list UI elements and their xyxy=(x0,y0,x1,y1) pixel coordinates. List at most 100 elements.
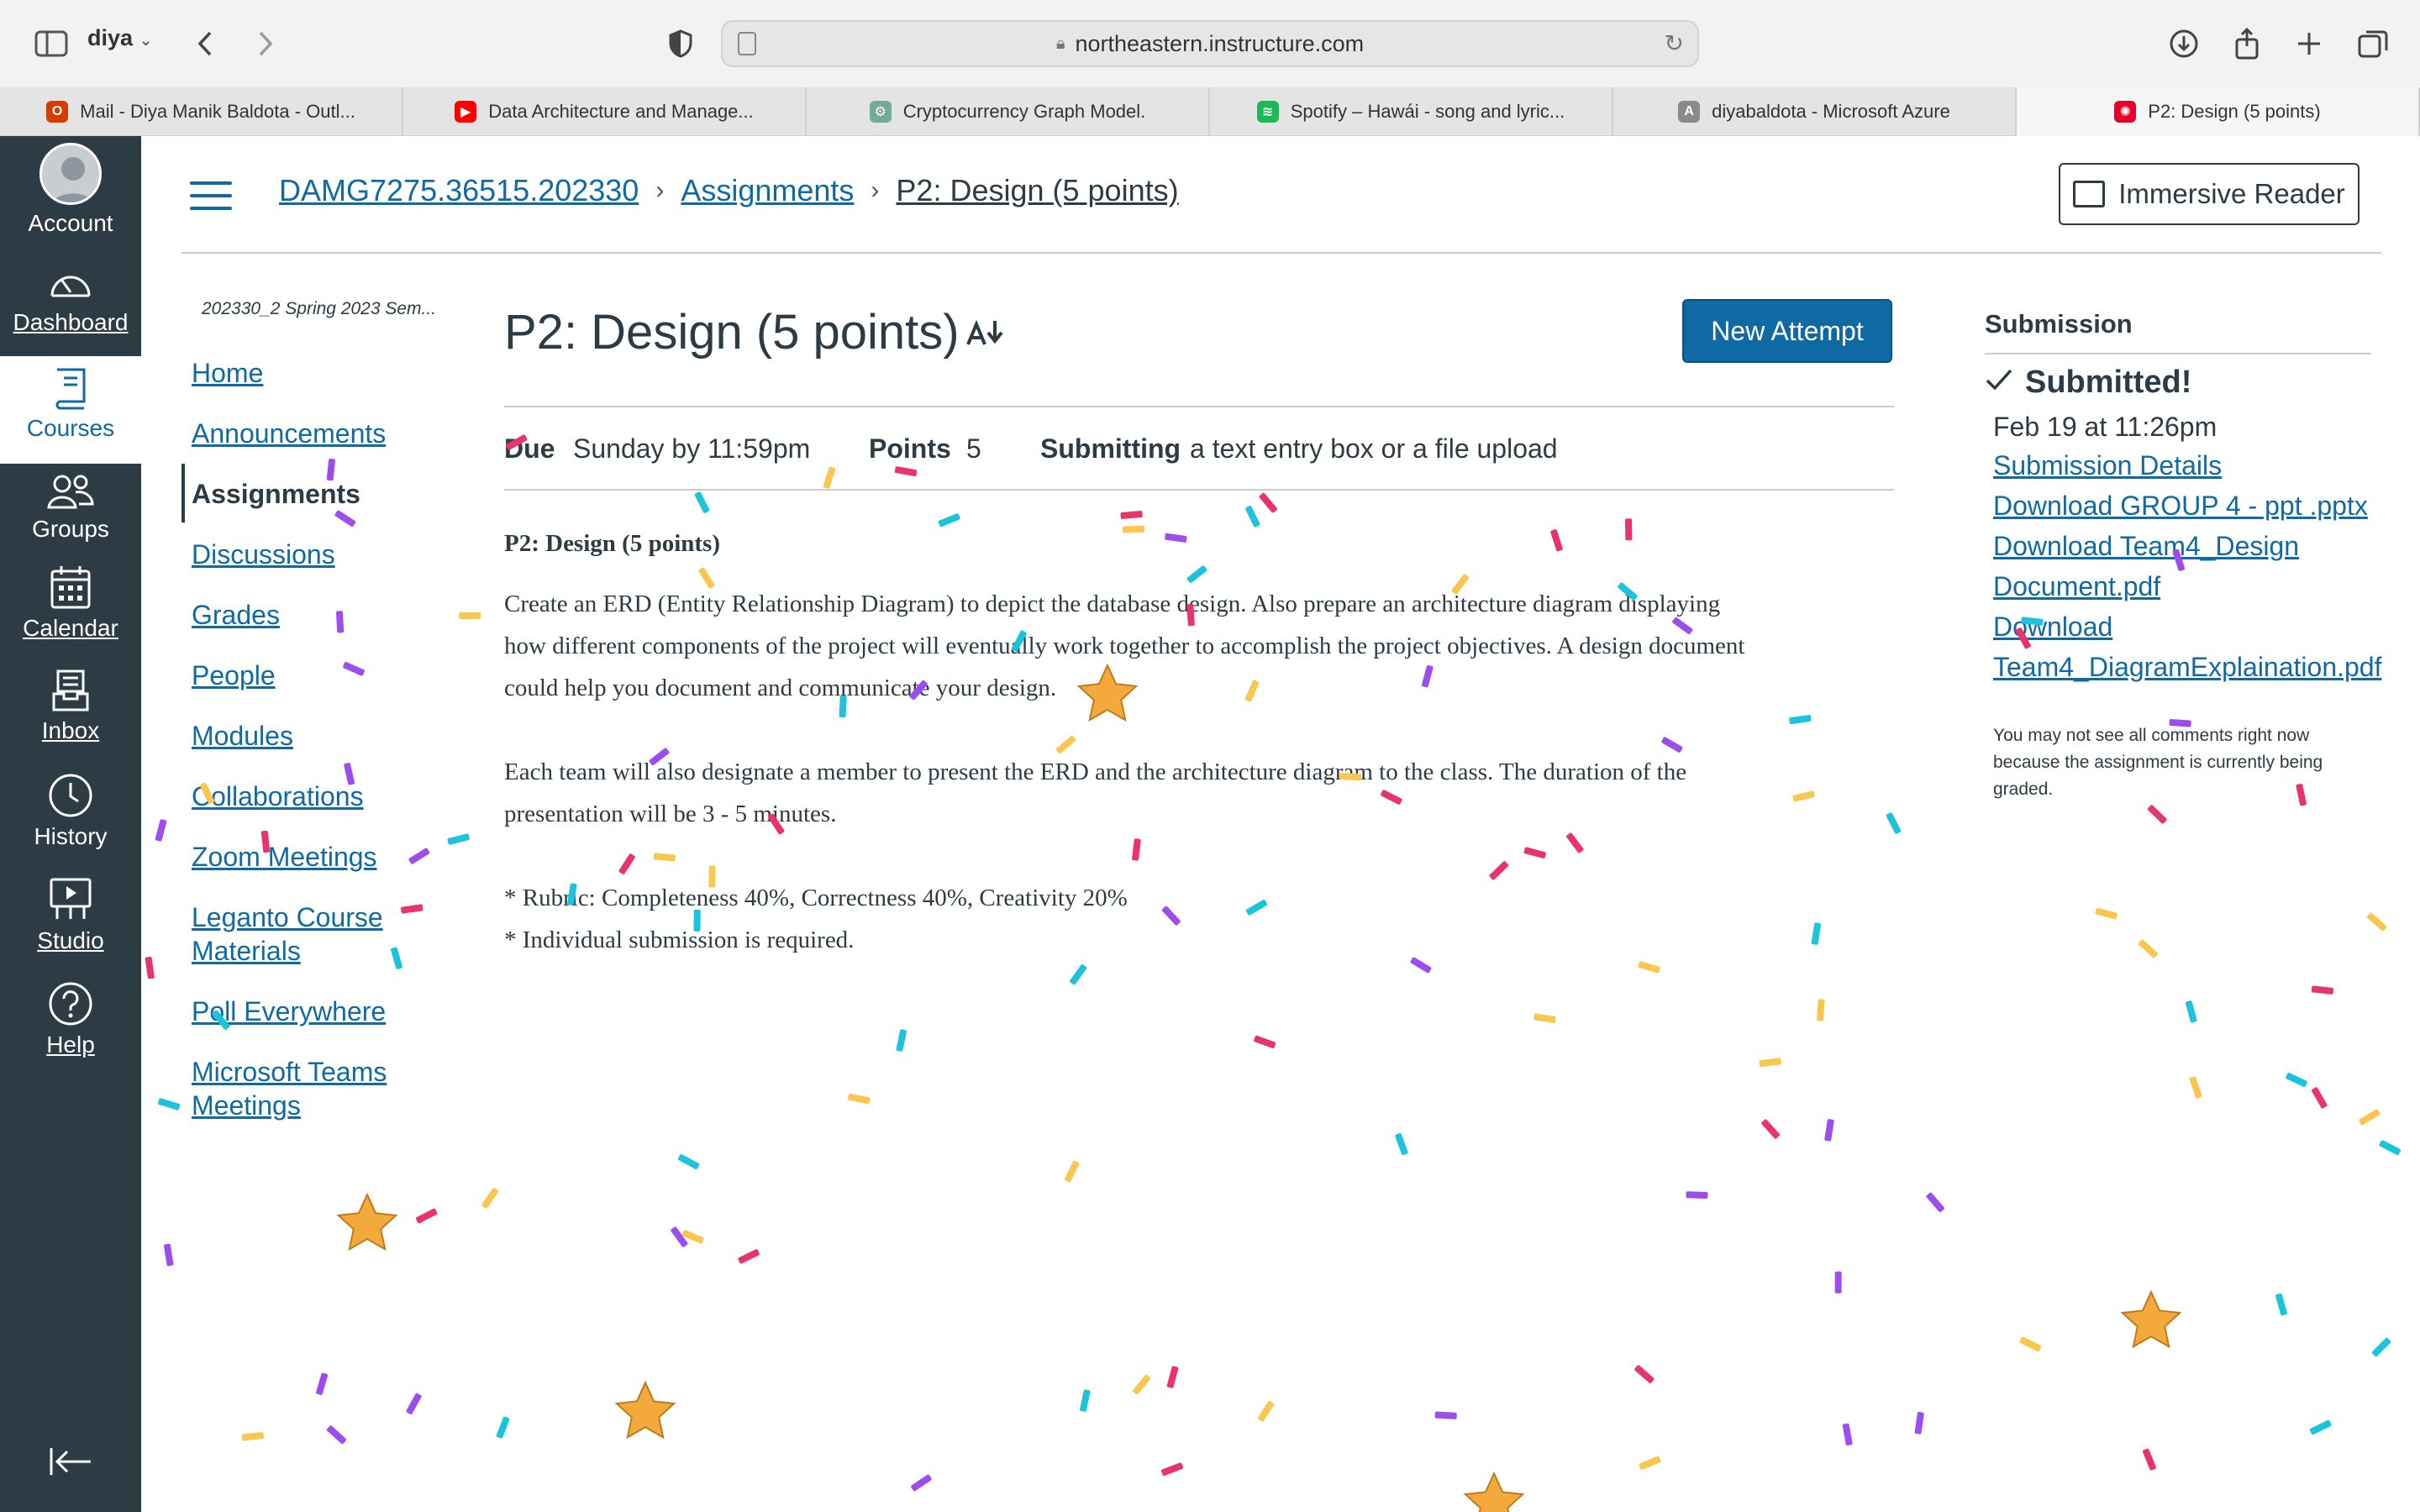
chevron-down-icon: ⌄ xyxy=(139,32,153,49)
nav-groups[interactable]: Groups xyxy=(0,472,141,571)
text-to-speech-icon[interactable] xyxy=(966,319,1005,355)
course-nav-grades[interactable]: Grades xyxy=(192,598,410,632)
confetti-piece xyxy=(496,1416,510,1439)
confetti-piece xyxy=(2312,1087,2328,1109)
tab-label: Cryptocurrency Graph Model. xyxy=(902,101,1146,122)
tab-label: diyabaldota - Microsoft Azure xyxy=(1712,101,1950,122)
avatar xyxy=(39,143,102,205)
course-nav-poll-everywhere[interactable]: Poll Everywhere xyxy=(192,995,410,1028)
download-icon[interactable] xyxy=(2166,22,2202,66)
new-tab-icon[interactable] xyxy=(2292,22,2326,66)
description-heading: P2: Design (5 points) xyxy=(504,530,720,557)
course-nav-discussions[interactable]: Discussions xyxy=(192,538,410,571)
breadcrumb: DAMG7275.36515.202330 › Assignments › P2… xyxy=(279,173,1179,208)
breadcrumb-current[interactable]: P2: Design (5 points) xyxy=(896,173,1178,208)
submission-status-text: Submitted! xyxy=(2025,365,2192,400)
immersive-reader-label: Immersive Reader xyxy=(2118,178,2345,209)
due-label: Due xyxy=(504,433,555,465)
nav-dashboard[interactable]: Dashboard xyxy=(0,264,141,363)
browser-tab[interactable]: Adiyabaldota - Microsoft Azure xyxy=(1613,87,2017,136)
confetti-piece xyxy=(334,510,356,527)
confetti-piece xyxy=(1523,847,1546,859)
description-line: presentation will be 3 - 5 minutes. xyxy=(504,801,837,827)
browser-tab[interactable]: ⚙ Cryptocurrency Graph Model. xyxy=(807,87,1210,136)
groups-icon xyxy=(47,475,94,509)
submission-details-link[interactable]: Submission Details xyxy=(1993,450,2222,481)
collapse-nav-icon[interactable] xyxy=(49,1446,92,1481)
confetti-piece xyxy=(2286,1073,2307,1088)
nav-history-label: History xyxy=(34,823,108,849)
confetti-piece xyxy=(1080,1389,1091,1412)
breadcrumb-assignments[interactable]: Assignments xyxy=(681,173,854,208)
browser-tab[interactable]: ≋ Spotify – Hawái - song and lyric... xyxy=(1210,87,1613,136)
confetti-piece xyxy=(1254,1035,1276,1049)
confetti-piece xyxy=(408,848,430,864)
download-pptx-link[interactable]: Download GROUP 4 - ppt .pptx xyxy=(1993,491,2368,522)
course-nav-announcements[interactable]: Announcements xyxy=(192,417,410,450)
confetti-piece xyxy=(896,1029,908,1052)
confetti-piece xyxy=(1842,1423,1853,1446)
confetti-piece xyxy=(2189,1076,2202,1099)
confetti-piece xyxy=(1834,1271,1842,1294)
course-nav-collaborations[interactable]: Collaborations xyxy=(192,780,410,813)
download-diagram-link[interactable]: Download xyxy=(1993,612,2112,643)
page-icon xyxy=(738,32,756,55)
confetti-piece xyxy=(671,1226,688,1247)
tab-overview-icon[interactable] xyxy=(2354,22,2391,66)
course-nav-teams-meetings[interactable]: Microsoft Teams Meetings xyxy=(192,1055,410,1122)
nav-studio[interactable]: Studio xyxy=(0,877,141,976)
confetti-piece xyxy=(1070,964,1087,985)
confetti-piece xyxy=(155,819,167,842)
confetti-piece xyxy=(677,1154,700,1169)
details-divider-bottom xyxy=(504,489,1894,491)
browser-tab[interactable]: O Mail - Diya Manik Baldota - Outl... xyxy=(0,87,403,136)
course-nav-home[interactable]: Home xyxy=(192,356,410,390)
nav-inbox[interactable]: Inbox xyxy=(0,669,141,768)
share-icon[interactable] xyxy=(2230,22,2264,66)
download-diagram-link-cont[interactable]: Team4_DiagramExplaination.pdf xyxy=(1993,652,2381,683)
submitting-label-text: Submitting xyxy=(1040,433,1181,464)
course-nav-assignments[interactable]: Assignments xyxy=(192,477,410,511)
nav-history[interactable]: History xyxy=(0,773,141,872)
course-nav-people[interactable]: People xyxy=(192,659,410,692)
profile-menu[interactable]: diya ⌄ xyxy=(87,25,152,51)
star-icon xyxy=(1463,1471,1525,1512)
download-design-doc-link[interactable]: Download Team4_Design xyxy=(1993,531,2299,562)
breadcrumb-course[interactable]: DAMG7275.36515.202330 xyxy=(279,173,639,208)
browser-tab[interactable]: ▶ Data Architecture and Manage... xyxy=(403,87,807,136)
privacy-shield-icon[interactable] xyxy=(664,22,697,66)
address-bar[interactable]: 🔒︎ northeastern.instructure.com ↻ xyxy=(721,20,1699,67)
reload-icon[interactable]: ↻ xyxy=(1665,29,1684,57)
nav-help[interactable]: Help xyxy=(0,981,141,1080)
course-menu-toggle[interactable] xyxy=(190,181,232,210)
confetti-piece xyxy=(1824,1119,1834,1142)
course-nav-modules[interactable]: Modules xyxy=(192,719,410,753)
due-label-text: Due xyxy=(504,433,555,464)
nav-studio-label: Studio xyxy=(37,927,104,953)
confetti-piece xyxy=(2367,912,2387,932)
submission-status: Submitted! xyxy=(1985,365,2191,401)
confetti-piece xyxy=(1914,1411,1924,1435)
tab-favicon-icon: A xyxy=(1678,101,1701,123)
confetti-piece xyxy=(823,466,836,489)
course-nav-zoom-meetings[interactable]: Zoom Meetings xyxy=(192,840,410,874)
new-attempt-button[interactable]: New Attempt xyxy=(1682,299,1892,363)
nav-courses[interactable]: Courses xyxy=(0,356,141,464)
download-design-doc-link-cont[interactable]: Document.pdf xyxy=(1993,571,2160,602)
confetti-piece xyxy=(2147,805,2167,824)
forward-icon[interactable] xyxy=(250,22,281,66)
back-icon[interactable] xyxy=(190,22,220,66)
sidebar-toggle-icon[interactable] xyxy=(32,22,71,66)
browser-tab[interactable]: ✺ P2: Design (5 points) xyxy=(2017,87,2420,136)
rubric-line: * Rubric: Completeness 40%, Correctness … xyxy=(504,885,1128,911)
header-divider xyxy=(182,252,2381,254)
help-icon xyxy=(49,982,92,1026)
nav-account[interactable]: Account xyxy=(0,143,141,242)
immersive-reader-button[interactable]: Immersive Reader xyxy=(2059,163,2360,225)
course-nav-leganto[interactable]: Leganto Course Materials xyxy=(192,900,410,968)
confetti-piece xyxy=(145,956,155,979)
confetti-piece xyxy=(326,1425,346,1444)
nav-calendar[interactable]: Calendar xyxy=(0,564,141,664)
tab-favicon-icon: ▶ xyxy=(455,101,477,123)
confetti-piece xyxy=(1759,1058,1781,1068)
